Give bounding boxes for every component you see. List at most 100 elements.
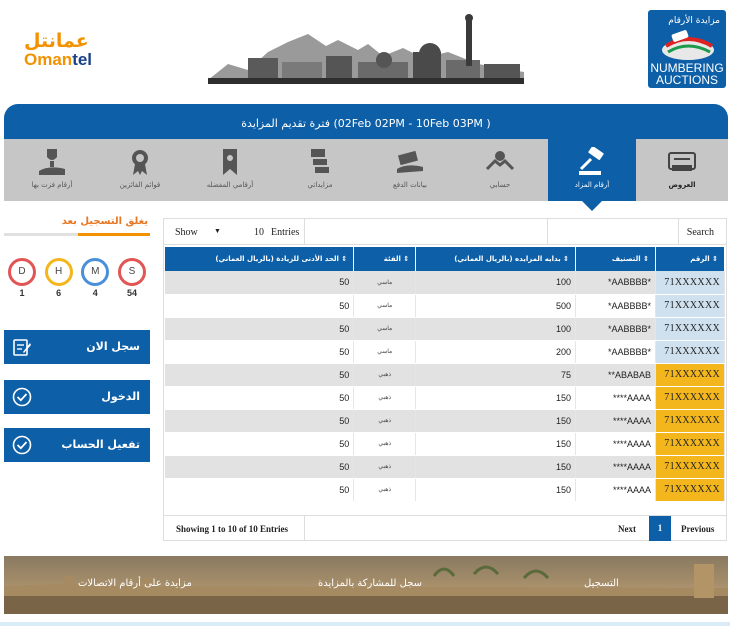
search-input[interactable]: [547, 219, 679, 244]
cell-category: ماسي: [353, 317, 417, 341]
cell-number[interactable]: 71XXXXXX: [655, 478, 726, 502]
check-circle-icon: [12, 387, 32, 407]
countdown-days: D 1: [8, 258, 36, 298]
col-min-increment[interactable]: الحد الأدنى للزيادة (بالريال العماني) ⇕: [165, 247, 355, 271]
registration-countdown: D 1 H 6 M 4 S 54: [4, 258, 150, 298]
tab-my-bids[interactable]: مزايداتي: [276, 139, 364, 201]
countdown-seconds: S 54: [117, 258, 146, 298]
tab-my-account[interactable]: حسابي: [456, 139, 544, 201]
cell-classification: ****AAAA: [575, 455, 656, 479]
table-controls: Show ▼ 10 Entries Search: [164, 219, 726, 245]
table-pagination: Showing 1 to 10 of 10 Entries Next 1 Pre…: [164, 515, 726, 541]
footer-link-telecom-auction[interactable]: مزايدة على أرقام الاتصالات: [78, 578, 192, 589]
omantel-logo[interactable]: عمانتل Omantel: [24, 32, 92, 69]
col-number-label: الرقم: [690, 255, 710, 263]
countdown-hours-letter: H: [44, 258, 73, 286]
col-start-price[interactable]: بدايه المزايده (بالريال العماني) ⇕: [415, 247, 577, 271]
site-header: عمانتل Omantel مزايدة الأرقام NUMBERING …: [0, 0, 730, 104]
cell-start-price: 150: [415, 432, 577, 456]
cell-min-increment: 50: [165, 294, 355, 318]
cell-classification: *AABBBB*: [575, 294, 656, 318]
cell-category: ماسي: [353, 294, 417, 318]
omantel-logo-english: Omantel: [24, 51, 92, 69]
cell-start-price: 100: [415, 317, 577, 341]
tab-offers[interactable]: العروض: [638, 139, 726, 201]
next-page-button[interactable]: Next: [618, 524, 636, 534]
table-row[interactable]: 50 ذهبي 150 ****AAAA 71XXXXXX: [165, 386, 726, 410]
cell-number[interactable]: 71XXXXXX: [655, 455, 726, 479]
edit-form-icon: [13, 339, 31, 356]
tab-offers-label: العروض: [668, 181, 696, 189]
tab-won-numbers[interactable]: أرقام فزت بها: [8, 139, 96, 201]
col-start-price-label: بدايه المزايده (بالريال العماني): [454, 255, 561, 263]
cell-number[interactable]: 71XXXXXX: [655, 271, 726, 295]
cell-start-price: 200: [415, 340, 577, 364]
footer-link-register[interactable]: التسجيل: [584, 578, 619, 589]
tab-payment-details[interactable]: بيانات الدفع: [366, 139, 454, 201]
cell-category: ذهبي: [353, 432, 417, 456]
table-row[interactable]: 50 ماسي 100 *AABBBB* 71XXXXXX: [165, 317, 726, 341]
numbering-auctions-logo[interactable]: مزايدة الأرقام NUMBERING AUCTIONS: [648, 10, 726, 88]
activate-account-label: تفعيل الحساب: [61, 438, 140, 451]
cell-number[interactable]: 71XXXXXX: [655, 432, 726, 456]
award-ribbon-icon: [132, 150, 148, 175]
previous-page-button[interactable]: Previous: [681, 524, 714, 534]
omantel-en-part2: tel: [72, 50, 93, 69]
cell-category: ذهبي: [353, 409, 417, 433]
tab-my-account-label: حسابي: [489, 181, 511, 189]
cell-min-increment: 50: [165, 340, 355, 364]
auction-numbers-table: الحد الأدنى للزيادة (بالريال العماني) ⇕ …: [165, 247, 726, 502]
cell-number[interactable]: 71XXXXXX: [655, 363, 726, 387]
cell-start-price: 150: [415, 455, 577, 479]
cell-number[interactable]: 71XXXXXX: [655, 386, 726, 410]
cell-start-price: 100: [415, 271, 577, 295]
cell-number[interactable]: 71XXXXXX: [655, 409, 726, 433]
activate-account-button[interactable]: تفعيل الحساب: [4, 428, 150, 462]
register-now-button[interactable]: سجل الان: [4, 330, 150, 364]
table-header-row: الحد الأدنى للزيادة (بالريال العماني) ⇕ …: [165, 247, 726, 271]
auctions-logo-arabic: مزايدة الأرقام: [668, 16, 720, 26]
footer-link-register-participate[interactable]: سجل للمشاركة بالمزايدة: [318, 578, 422, 589]
table-row[interactable]: 50 ماسي 200 *AABBBB* 71XXXXXX: [165, 340, 726, 364]
cell-min-increment: 50: [165, 271, 355, 295]
cell-classification: ****AAAA: [575, 386, 656, 410]
tab-auction-numbers[interactable]: أرقام المزاد: [548, 139, 636, 211]
cell-start-price: 150: [415, 478, 577, 502]
handshake-person-icon: [485, 151, 515, 171]
bookmark-star-icon: [223, 149, 237, 175]
omantel-logo-arabic: عمانتل: [24, 30, 89, 52]
table-row[interactable]: 50 ذهبي 150 ****AAAA 71XXXXXX: [165, 432, 726, 456]
muscat-skyline-illustration: [208, 14, 524, 84]
cell-number[interactable]: 71XXXXXX: [655, 294, 726, 318]
cell-classification: ****AAAA: [575, 409, 656, 433]
table-row[interactable]: 50 ماسي 100 *AABBBB* 71XXXXXX: [165, 271, 726, 295]
cell-number[interactable]: 71XXXXXX: [655, 340, 726, 364]
table-row[interactable]: 50 ماسي 500 *AABBBB* 71XXXXXX: [165, 294, 726, 318]
countdown-minutes-letter: M: [81, 258, 110, 286]
table-row[interactable]: 50 ذهبي 150 ****AAAA 71XXXXXX: [165, 409, 726, 433]
cell-category: ذهبي: [353, 455, 417, 479]
cell-category: ماسي: [353, 340, 417, 364]
offers-icon: [668, 152, 696, 171]
countdown-days-letter: D: [8, 258, 36, 286]
cell-min-increment: 50: [165, 317, 355, 341]
col-classification-label: التصنيف: [611, 255, 641, 263]
registration-sidebar: يغلق التسجيل بعد D 1 H 6 M 4 S 54 سجل ال…: [4, 216, 150, 462]
cell-number[interactable]: 71XXXXXX: [655, 317, 726, 341]
entries-label: Entries: [271, 227, 300, 238]
tab-winners-lists[interactable]: قوائم الفائزين: [96, 139, 184, 201]
login-button[interactable]: الدخول: [4, 380, 150, 414]
col-classification[interactable]: التصنيف ⇕: [575, 247, 656, 271]
cell-start-price: 150: [415, 409, 577, 433]
col-number[interactable]: الرقم ⇕: [655, 247, 726, 271]
table-row[interactable]: 50 ذهبي 75 **ABABAB 71XXXXXX: [165, 363, 726, 387]
countdown-seconds-letter: S: [117, 258, 146, 286]
table-row[interactable]: 50 ذهبي 150 ****AAAA 71XXXXXX: [165, 478, 726, 502]
page-1-button[interactable]: 1: [649, 516, 671, 541]
col-category[interactable]: الفئة ⇕: [353, 247, 417, 271]
cell-classification: **ABABAB: [575, 363, 656, 387]
tab-favorite-numbers[interactable]: أرقامي المفضله: [186, 139, 274, 201]
entries-select-value: 10: [254, 227, 264, 238]
table-row[interactable]: 50 ذهبي 150 ****AAAA 71XXXXXX: [165, 455, 726, 479]
cell-classification: *AABBBB*: [575, 271, 656, 295]
